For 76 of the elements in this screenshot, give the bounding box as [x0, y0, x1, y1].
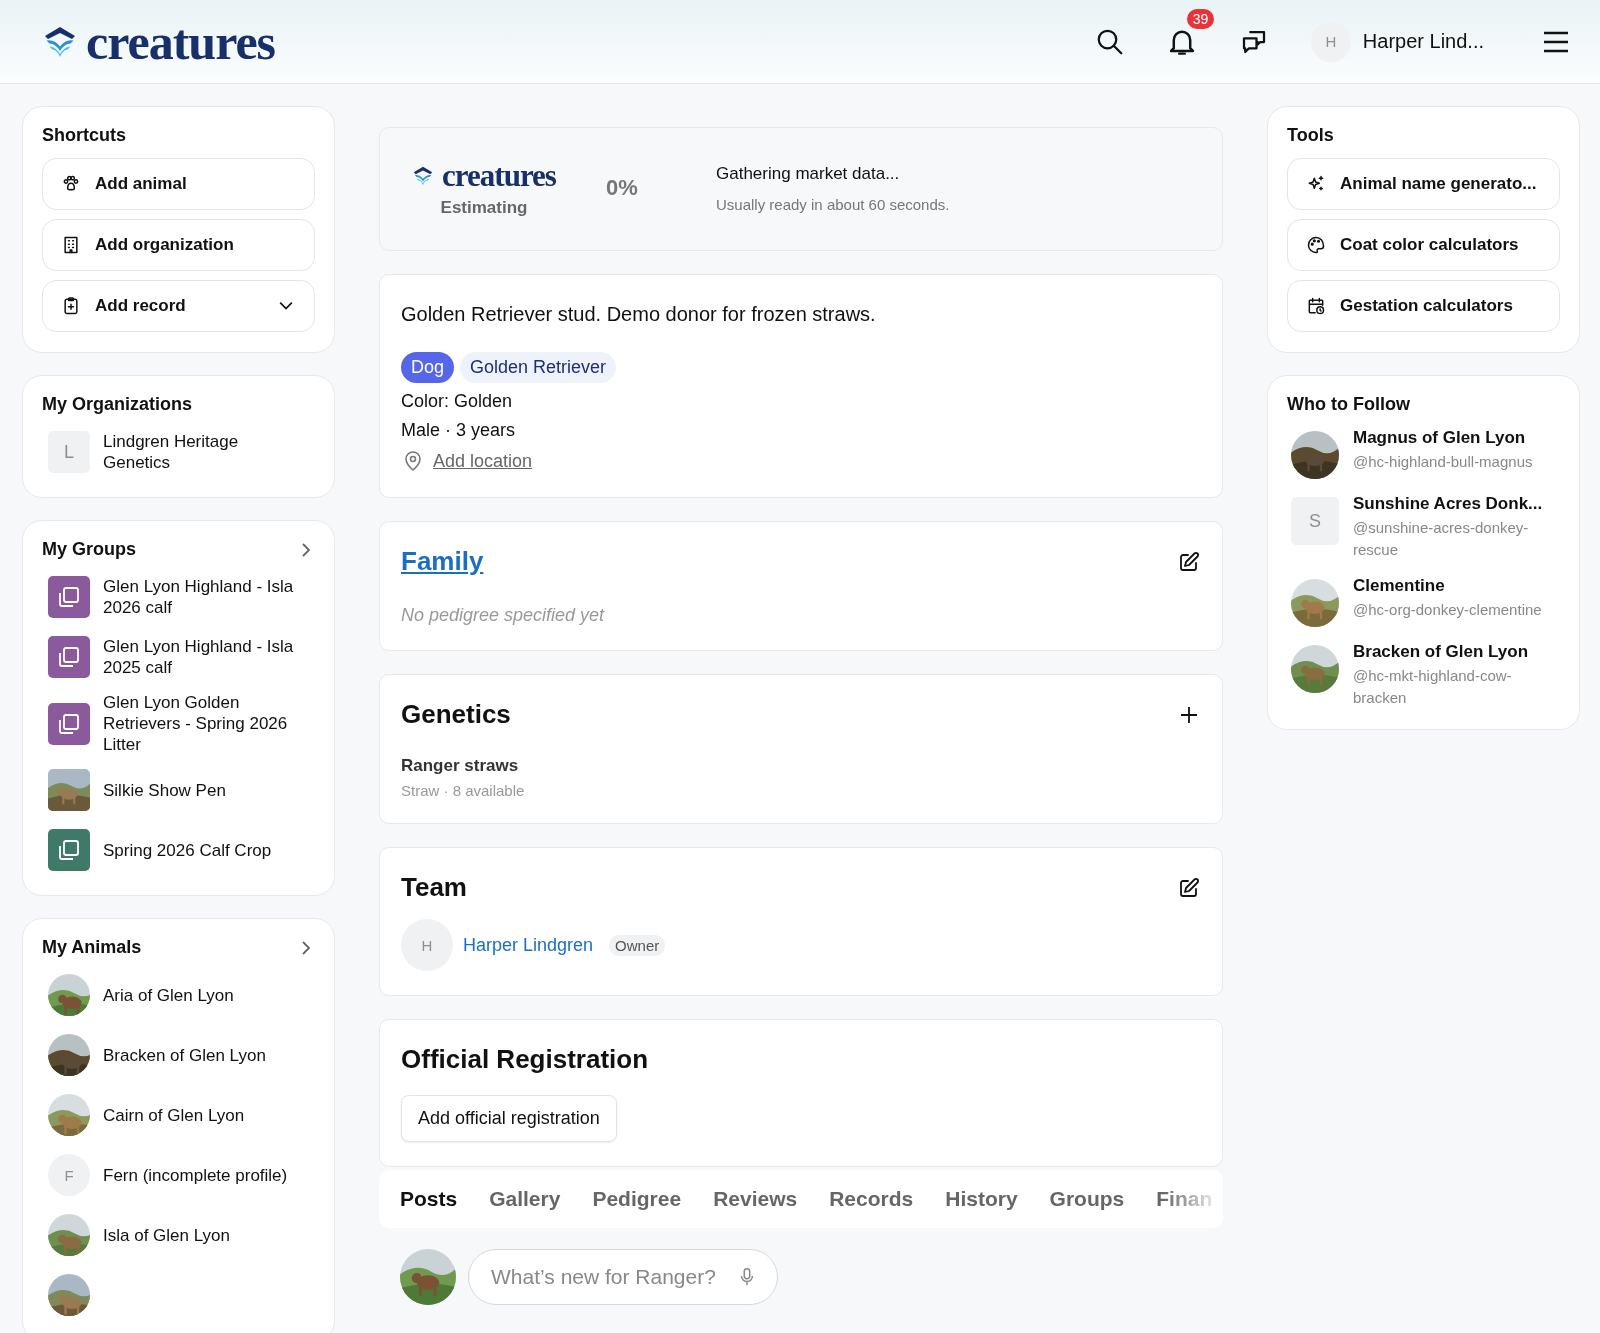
logo-text[interactable]: creatures [86, 12, 276, 71]
add-location-link[interactable]: Add location [433, 450, 533, 472]
logo-icon [412, 165, 435, 187]
card-title: Shortcuts [42, 125, 126, 146]
post-input-field[interactable]: What’s new for Ranger? [468, 1249, 778, 1305]
section-title: Team [401, 872, 467, 903]
tab[interactable]: Pedigree [592, 1187, 682, 1211]
group-link[interactable]: Glen Lyon Highland - Isla 2026 calf [103, 576, 309, 618]
group-link[interactable]: Silkie Show Pen [103, 779, 226, 801]
member-avatar: H [401, 919, 453, 971]
menu-icon[interactable] [1542, 29, 1570, 54]
follow-handle: @hc-mkt-highland-cow-bracken [1353, 666, 1513, 708]
tool-button[interactable]: Coat color calculators [1287, 219, 1560, 271]
tool-button[interactable]: Gestation calculators [1287, 280, 1560, 332]
avatar: S [1291, 497, 1339, 545]
building-icon [61, 235, 81, 255]
card-title: My Organizations [42, 394, 193, 415]
follow-handle: @sunshine-acres-donkey-rescue [1353, 518, 1530, 560]
section-title: Genetics [401, 699, 511, 730]
avatar: L [48, 431, 90, 473]
description: Golden Retriever stud. Demo donor for frozen straws. [401, 303, 877, 326]
animal-link[interactable]: Cairn of Glen Lyon [103, 1104, 245, 1126]
animal-link[interactable]: Bracken of Glen Lyon [103, 1044, 266, 1066]
member-link[interactable]: Harper Lindgren [463, 934, 594, 956]
group-link[interactable]: Glen Lyon Golden Retrievers - Spring 2026 Litter [103, 692, 309, 755]
clipboard-icon [61, 296, 81, 316]
shortcut-button[interactable]: Add organization [42, 219, 315, 271]
empty-text: No pedigree specified yet [401, 605, 606, 626]
follow-name[interactable]: Clementine [1353, 575, 1556, 596]
tab[interactable]: Groups [1049, 1187, 1125, 1211]
calendar-icon [1306, 296, 1326, 316]
status-note: Usually ready in about 60 seconds. [716, 195, 950, 213]
sex-age-text: Male · 3 years [401, 420, 517, 441]
progress-percent: 0% [606, 175, 639, 201]
animal-link[interactable]: Fern (incomplete profile) [103, 1164, 288, 1186]
follow-handle: @hc-highland-bull-magnus [1353, 452, 1534, 472]
group-link[interactable]: Glen Lyon Highland - Isla 2025 calf [103, 636, 309, 678]
notification-badge: 39 [1186, 8, 1215, 29]
shortcut-button[interactable]: Add animal [42, 158, 315, 210]
edit-icon[interactable] [1177, 875, 1201, 900]
tag[interactable]: Golden Retriever [460, 352, 617, 383]
card-title: Who to Follow [1287, 394, 1410, 415]
tab[interactable]: Posts [400, 1187, 458, 1211]
tab[interactable]: Reviews [713, 1187, 798, 1211]
palette-icon [1306, 235, 1326, 255]
section-title: Official Registration [401, 1044, 649, 1075]
follow-handle: @hc-org-donkey-clementine [1353, 600, 1543, 620]
status-message: Gathering market data... [716, 163, 901, 184]
tool-button[interactable]: Animal name generato... [1287, 158, 1560, 210]
tag[interactable]: Dog [401, 352, 455, 383]
genetics-name: Ranger straws [401, 756, 520, 776]
logo-text: creatures [442, 158, 556, 194]
tab[interactable]: Gallery [489, 1187, 561, 1211]
avatar: F [48, 1154, 90, 1196]
follow-name[interactable]: Sunshine Acres Donk... [1353, 493, 1556, 514]
color-text: Color: Golden [401, 391, 514, 412]
shortcut-button[interactable]: Add record [42, 280, 315, 332]
organization-link[interactable]: Lindgren Heritage Genetics [103, 431, 309, 473]
bell-icon[interactable] [1168, 28, 1195, 55]
edit-icon[interactable] [1177, 549, 1201, 574]
tab[interactable]: Records [829, 1187, 914, 1211]
animal-link[interactable]: Aria of Glen Lyon [103, 984, 234, 1006]
user-name[interactable]: Harper Lind... [1362, 30, 1484, 53]
group-link[interactable]: Spring 2026 Calf Crop [103, 839, 272, 861]
follow-name[interactable]: Bracken of Glen Lyon [1353, 641, 1556, 662]
card-title: Tools [1287, 125, 1334, 146]
status-text: Estimating [440, 198, 528, 218]
role-badge: Owner [609, 934, 666, 956]
card-title: My Groups [42, 539, 136, 560]
add-registration-button[interactable]: Add official registration [401, 1095, 617, 1142]
genetics-detail: Straw · 8 available [401, 782, 526, 799]
section-title-link[interactable]: Family [401, 546, 484, 577]
card-title: My Animals [42, 937, 142, 958]
tab[interactable]: History [945, 1187, 1018, 1211]
follow-name[interactable]: Magnus of Glen Lyon [1353, 427, 1556, 448]
animal-link[interactable]: Isla of Glen Lyon [103, 1224, 230, 1246]
